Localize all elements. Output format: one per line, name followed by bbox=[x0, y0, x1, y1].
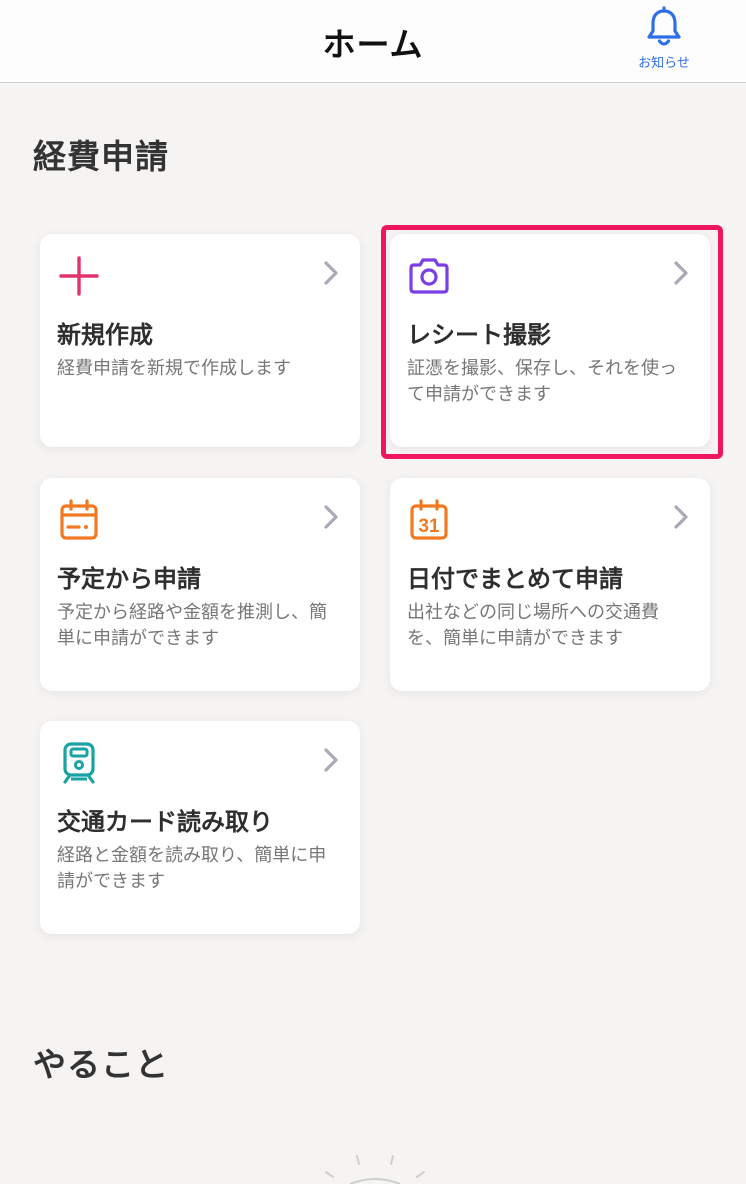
card-title: 予定から申請 bbox=[57, 565, 201, 593]
chevron-right-icon bbox=[324, 505, 338, 529]
card-description: 経路と金額を読み取り、簡単に申請ができます bbox=[57, 845, 327, 892]
card-title: レシート撮影 bbox=[407, 321, 551, 349]
calendar-day-number: 31 bbox=[418, 516, 440, 537]
notifications-button[interactable]: お知らせ bbox=[626, 6, 702, 71]
calendar-31-icon: 31 bbox=[410, 499, 448, 540]
plus-icon bbox=[59, 256, 99, 296]
chevron-right-icon bbox=[324, 261, 338, 285]
card-title: 新規作成 bbox=[57, 321, 153, 349]
chevron-right-icon bbox=[324, 748, 338, 772]
card-description: 出社などの同じ場所への交通費を、簡単に申請ができます bbox=[407, 602, 659, 649]
card-description: 予定から経路や金額を推測し、簡単に申請ができます bbox=[57, 602, 327, 649]
card-title: 交通カード読み取り bbox=[57, 808, 273, 836]
card-description: 経費申請を新規で作成します bbox=[57, 358, 291, 379]
chevron-right-icon bbox=[674, 505, 688, 529]
sun-illustration bbox=[325, 1155, 425, 1184]
bell-icon bbox=[647, 6, 681, 46]
card-new-request[interactable]: 新規作成 経費申請を新規で作成します bbox=[40, 234, 360, 447]
card-description: 証憑を撮影、保存し、それを使って申請ができます bbox=[407, 358, 677, 405]
calendar-icon bbox=[60, 499, 98, 540]
card-transit-card-reading[interactable]: 交通カード読み取り 経路と金額を読み取り、簡単に申請ができます bbox=[40, 721, 360, 934]
chevron-right-icon bbox=[674, 261, 688, 285]
card-request-from-schedule[interactable]: 予定から申請 予定から経路や金額を推測し、簡単に申請ができます bbox=[40, 478, 360, 691]
camera-icon bbox=[409, 258, 449, 294]
train-icon bbox=[63, 742, 95, 784]
card-receipt-capture[interactable]: レシート撮影 証憑を撮影、保存し、それを使って申請ができます bbox=[390, 234, 710, 447]
app-header: ホーム お知らせ bbox=[0, 0, 746, 83]
card-bulk-request-by-date[interactable]: 31 日付でまとめて申請 出社などの同じ場所への交通費を、簡単に申請ができます bbox=[390, 478, 710, 691]
section-title-expense: 経費申請 bbox=[33, 137, 169, 176]
card-title: 日付でまとめて申請 bbox=[407, 565, 623, 593]
notifications-label: お知らせ bbox=[638, 56, 690, 71]
section-title-todo: やること bbox=[33, 1045, 169, 1084]
